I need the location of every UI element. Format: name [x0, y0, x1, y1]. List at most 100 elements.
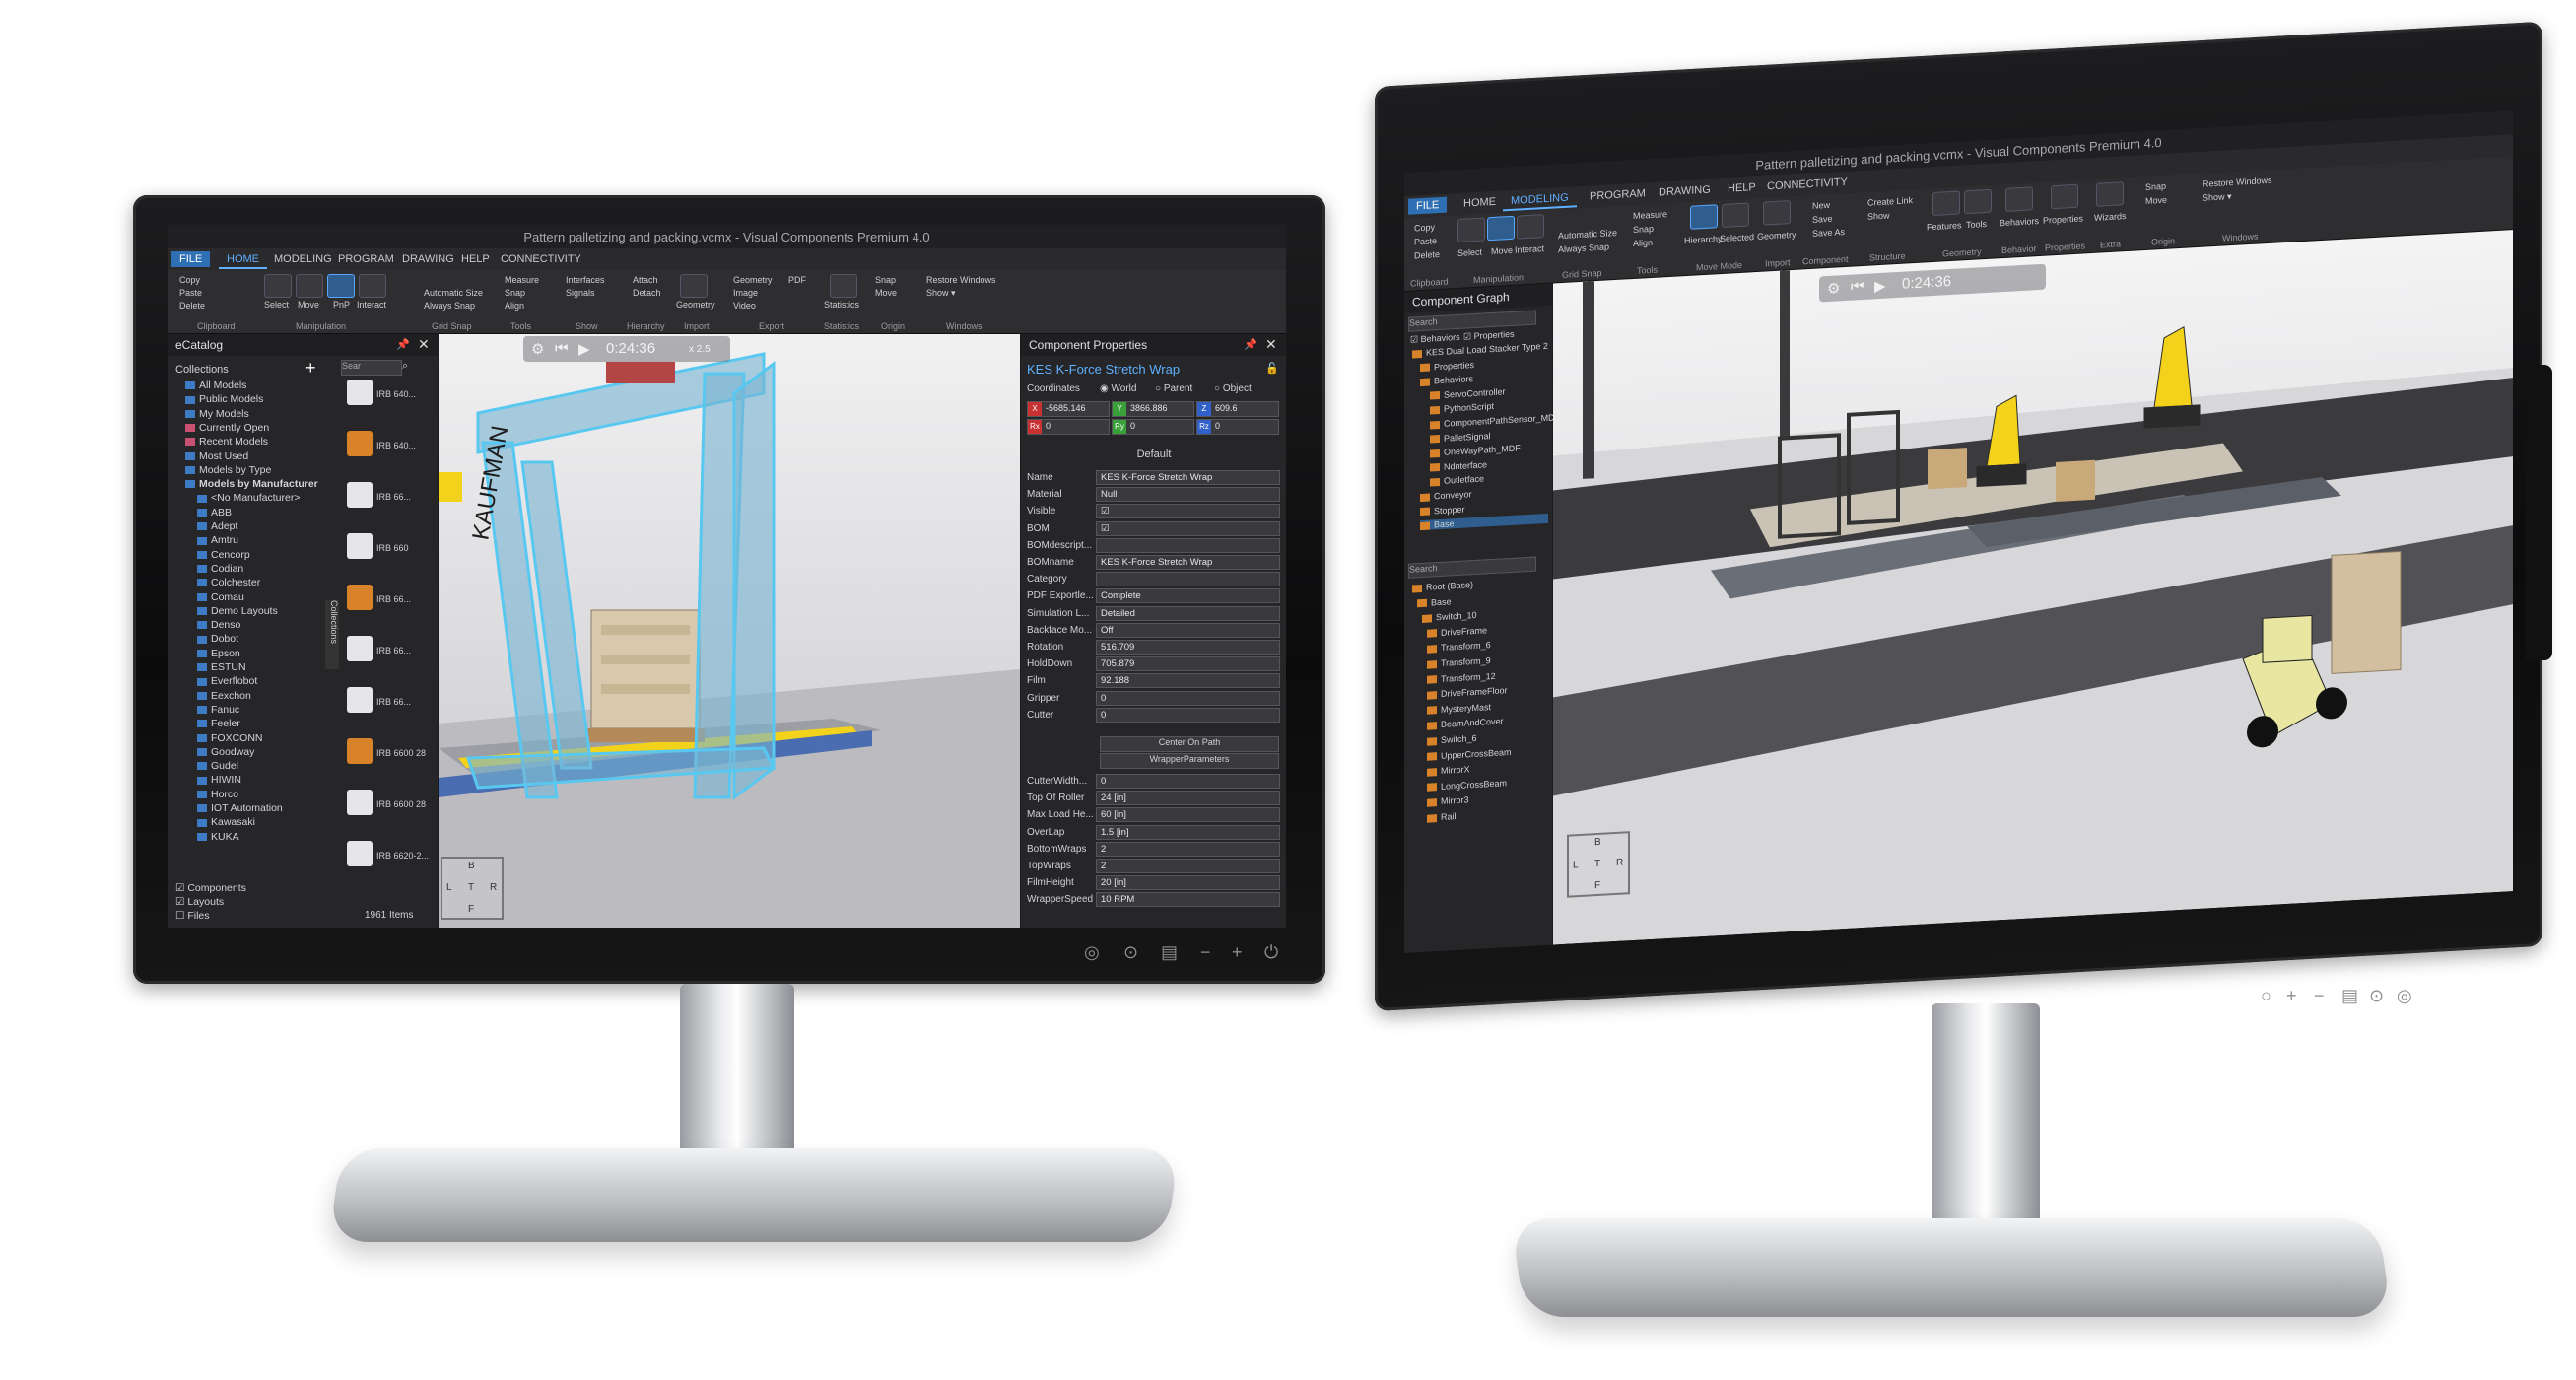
settings-icon[interactable]: ⚙ [531, 340, 544, 358]
menu-icon[interactable]: ▤ [1161, 942, 1178, 963]
tree-item[interactable]: Everflobot [197, 675, 257, 687]
play-icon[interactable]: ▶ [1874, 277, 1886, 296]
delete-button[interactable]: Delete [1414, 249, 1440, 260]
tab-connectivity[interactable]: CONNECTIVITY [493, 251, 589, 267]
catalog-search-input[interactable]: Sear [341, 360, 402, 376]
robot-thumbnail-icon[interactable] [347, 482, 373, 508]
behaviors-filter-checkbox[interactable]: ☑ Behaviors [1410, 332, 1460, 346]
graph-node[interactable]: Properties [1420, 360, 1474, 373]
tree-item[interactable]: Goodway [197, 746, 254, 758]
plus-icon[interactable]: + [1232, 942, 1243, 963]
tree-item[interactable]: Colchester [197, 577, 260, 588]
tab-file[interactable]: FILE [171, 251, 211, 267]
tools-icon[interactable] [1964, 188, 1992, 215]
align-button[interactable]: Align [1633, 238, 1653, 248]
robot-thumbnail-icon[interactable] [347, 380, 373, 405]
property-value-field[interactable]: 2 [1096, 841, 1280, 857]
tab-home[interactable]: HOME [219, 251, 267, 269]
tree-item[interactable]: HIWIN [197, 774, 241, 786]
tree-item[interactable]: Feeler [197, 718, 240, 729]
rewind-icon[interactable]: ⏮ [1851, 278, 1864, 296]
attach-button[interactable]: Attach [633, 275, 658, 285]
coordinate-field[interactable]: Rx 0 [1027, 419, 1110, 435]
always-snap-checkbox[interactable]: Always Snap [424, 301, 475, 310]
power-icon[interactable]: ⏻ [1264, 942, 1278, 963]
tree-item[interactable]: ESTUN [197, 661, 246, 673]
node-tree-item[interactable]: Switch_6 [1427, 733, 1477, 746]
paste-button[interactable]: Paste [1414, 236, 1437, 246]
automatic-size-checkbox[interactable]: Automatic Size [1558, 228, 1617, 241]
property-value-field[interactable]: 705.879 [1096, 656, 1280, 672]
graph-node[interactable]: PalletSignal [1430, 431, 1491, 444]
node-tree-item[interactable]: DriveFrameFloor [1427, 685, 1508, 700]
tree-item[interactable]: Models by Manufacturer [185, 478, 318, 490]
signals-checkbox[interactable]: Signals [566, 288, 595, 298]
graph-node[interactable]: Base [1420, 514, 1548, 531]
select-icon[interactable] [1457, 217, 1485, 242]
power-icon[interactable]: ○ [2261, 986, 2271, 1006]
coordinate-field[interactable]: Ry 0 [1112, 419, 1194, 435]
export-geometry-button[interactable]: Geometry [733, 275, 773, 285]
property-value-field[interactable]: Complete [1096, 588, 1280, 604]
snap-button[interactable]: Snap [1633, 224, 1654, 235]
property-value-field[interactable]: 2 [1096, 859, 1280, 873]
copy-button[interactable]: Copy [179, 275, 200, 285]
tree-item[interactable]: <No Manufacturer> [197, 492, 300, 504]
rewind-icon[interactable]: ⏮ [555, 340, 569, 357]
wizards-icon[interactable] [2096, 181, 2124, 207]
play-icon[interactable]: ▶ [578, 340, 590, 358]
tree-item[interactable]: Most Used [185, 450, 248, 462]
tree-item[interactable]: Models by Type [185, 464, 271, 476]
copy-button[interactable]: Copy [1414, 222, 1435, 233]
coordinate-field[interactable]: X -5685.146 [1027, 401, 1110, 417]
node-tree-item[interactable]: Rail [1427, 811, 1457, 823]
property-value-field[interactable]: 24 [in] [1096, 791, 1280, 806]
features-icon[interactable] [1932, 190, 1960, 217]
pnp-icon[interactable] [327, 274, 355, 298]
robot-thumbnail-icon[interactable] [347, 687, 373, 713]
layouts-checkbox[interactable]: ☑ Layouts [175, 896, 224, 908]
interact-icon[interactable] [359, 274, 386, 298]
graph-node[interactable]: ComponentPathSensor_MD [1430, 412, 1555, 430]
pin-icon[interactable]: 📌 [396, 338, 410, 351]
save-button[interactable]: Save [1812, 214, 1833, 225]
auto-icon[interactable]: ◎ [2397, 986, 2412, 1006]
measure-button[interactable]: Measure [1633, 209, 1667, 221]
node-tree-item[interactable]: Switch_10 [1422, 610, 1477, 623]
graph-node[interactable]: OneWayPath_MDF [1430, 444, 1521, 458]
tree-item[interactable]: Eexchon [197, 690, 251, 702]
property-value-field[interactable]: Detailed [1096, 605, 1280, 621]
node-tree-item[interactable]: Mirror3 [1427, 795, 1469, 807]
property-value-field[interactable]: KES K-Force Stretch Wrap [1096, 555, 1280, 570]
new-button[interactable]: New [1812, 200, 1830, 211]
tab-connectivity[interactable]: CONNECTIVITY [1759, 173, 1856, 194]
tree-item[interactable]: All Models [185, 380, 246, 391]
tab-help[interactable]: HELP [1720, 179, 1764, 198]
tree-item[interactable]: ABB [197, 507, 232, 518]
components-checkbox[interactable]: ☑ Components [175, 882, 246, 894]
tab-drawing[interactable]: DRAWING [1651, 181, 1719, 201]
minus-icon[interactable]: − [2314, 986, 2325, 1006]
origin-snap-button[interactable]: Snap [2145, 181, 2166, 192]
menu-icon[interactable]: ▤ [2341, 986, 2358, 1006]
robot-thumbnail-icon[interactable] [347, 738, 373, 764]
save-as-button[interactable]: Save As [1812, 227, 1845, 239]
tree-item[interactable]: Gudel [197, 760, 238, 772]
property-value-field[interactable]: 0 [1096, 707, 1280, 723]
tree-item[interactable]: Demo Layouts [197, 605, 278, 617]
minus-icon[interactable]: − [1200, 942, 1211, 963]
robot-thumbnail-icon[interactable] [347, 841, 373, 866]
tree-item[interactable]: Recent Models [185, 436, 268, 448]
import-geometry-icon[interactable] [1763, 200, 1791, 226]
files-checkbox[interactable]: ☐ Files [175, 910, 210, 922]
property-value-field[interactable] [1096, 537, 1280, 553]
move-icon[interactable] [1487, 215, 1515, 242]
node-tree-item[interactable]: Root (Base) [1412, 580, 1473, 593]
select-icon[interactable] [264, 274, 292, 298]
graph-node[interactable]: ServoController [1430, 386, 1506, 400]
search-icon[interactable]: ⌕ [402, 360, 408, 373]
property-value-field[interactable]: Off [1096, 622, 1280, 638]
add-collection-icon[interactable]: + [305, 358, 316, 379]
tree-item[interactable]: Denso [197, 619, 240, 631]
node-search-input[interactable]: Search [1408, 556, 1536, 579]
